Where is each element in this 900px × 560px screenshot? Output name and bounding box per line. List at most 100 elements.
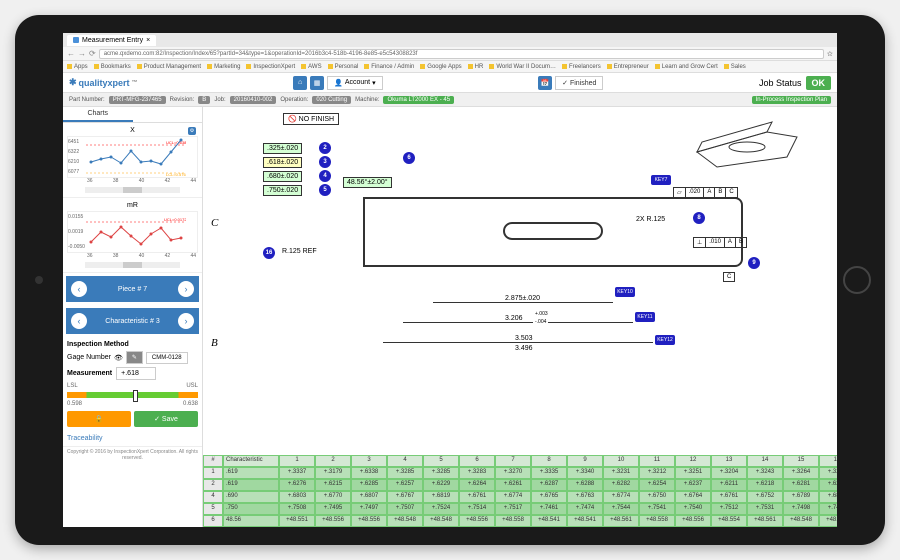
- svg-text:LCL=0.5761: LCL=0.5761: [166, 172, 186, 177]
- angle-callout[interactable]: 48.56°±2.00°: [343, 177, 392, 188]
- svg-text:UCL=0.0172: UCL=0.0172: [164, 217, 186, 222]
- x-chart: UCL=0.6388 LCL=0.5761: [86, 137, 186, 177]
- x-chart-panel: X⚙ 6451632262106077 UCL=0.6388 LCL=0.576…: [63, 123, 202, 198]
- grid-button[interactable]: ▦: [310, 76, 324, 90]
- position-icon: ⊥: [694, 238, 706, 247]
- tab-charts[interactable]: Charts: [63, 107, 133, 122]
- save-button[interactable]: ✓ Save: [134, 411, 198, 427]
- account-menu[interactable]: 👤 Account ▾: [327, 76, 383, 90]
- flatness-icon: ▱: [674, 188, 686, 197]
- bookmark-item[interactable]: Freelancers: [562, 64, 601, 70]
- back-icon[interactable]: ←: [67, 49, 75, 58]
- browser-toolbar: ← → ⟳ acme.qxdemo.com:82/Inspection/Inde…: [63, 47, 837, 61]
- bookmark-item[interactable]: Google Apps: [420, 64, 461, 70]
- star-icon[interactable]: ☆: [827, 50, 833, 58]
- url-bar[interactable]: acme.qxdemo.com:82/Inspection/Index/65?p…: [99, 49, 824, 59]
- lock-button[interactable]: 🔒: [67, 411, 131, 427]
- mr-chart: UCL=0.0172: [86, 212, 186, 252]
- bookmark-item[interactable]: Entrepreneur: [607, 64, 649, 70]
- key-badge[interactable]: KEY7: [651, 175, 671, 185]
- bookmark-item[interactable]: Finance / Admin: [364, 64, 414, 70]
- balloon-4[interactable]: 4: [319, 170, 331, 182]
- characteristic-label: Characteristic # 3: [105, 318, 159, 325]
- traceability-link[interactable]: Traceability: [63, 431, 202, 446]
- bookmark-item[interactable]: Sales: [724, 64, 746, 70]
- key-badge[interactable]: KEY10: [615, 287, 635, 297]
- svg-text:UCL=0.6388: UCL=0.6388: [166, 140, 186, 145]
- bookmark-item[interactable]: Marketing: [207, 64, 240, 70]
- gage-edit-button[interactable]: ✎: [126, 351, 143, 364]
- balloon-6[interactable]: 6: [403, 152, 415, 164]
- bookmark-bar: Apps Bookmarks Product Management Marketing…: [63, 61, 837, 73]
- status-badge: OK: [806, 76, 832, 90]
- bookmark-item[interactable]: HR: [468, 64, 484, 70]
- dim-callout[interactable]: .750±.020: [263, 185, 302, 196]
- balloon-3[interactable]: 3: [319, 156, 331, 168]
- tab-other[interactable]: [133, 107, 203, 122]
- characteristic-nav: ‹ Characteristic # 3 ›: [66, 308, 199, 334]
- feature-control-frame: ▱.020ABC: [673, 187, 738, 198]
- chart-range-slider[interactable]: [85, 262, 180, 268]
- app-logo: ✱ qualityxpert™: [69, 77, 138, 88]
- bookmark-item[interactable]: InspectionXpert: [246, 64, 295, 70]
- app-header: ✱ qualityxpert™ ⌂ ▦ 👤 Account ▾ 📅 ✓ Fini…: [63, 73, 837, 93]
- home-button[interactable]: ⌂: [293, 76, 307, 90]
- bookmark-item[interactable]: Product Management: [137, 64, 201, 70]
- slot-feature: [503, 222, 603, 240]
- job-pill[interactable]: 20160410-002: [230, 96, 277, 104]
- prev-piece-button[interactable]: ‹: [71, 281, 87, 297]
- balloon-16[interactable]: 16: [263, 247, 275, 259]
- chart-range-slider[interactable]: [85, 187, 180, 193]
- job-status: Job Status OK: [759, 76, 831, 90]
- balloon-9[interactable]: 9: [748, 257, 760, 269]
- reload-icon[interactable]: ⟳: [89, 49, 96, 58]
- calendar-button[interactable]: 📅: [538, 76, 552, 90]
- balloon-8[interactable]: 8: [693, 212, 705, 224]
- info-bar: Part Number: PRT-MFG-237465 Revision: B …: [63, 93, 837, 107]
- piece-label: Piece # 7: [118, 286, 147, 293]
- forward-icon[interactable]: →: [78, 49, 86, 58]
- bookmark-item[interactable]: Learn and Grow Cert: [655, 64, 718, 70]
- inspection-panel: Inspection Method Gage Number 👁 ✎ CMM-01…: [63, 337, 202, 431]
- browser-tab-strip: Measurement Entry ×: [63, 33, 837, 47]
- bookmark-item[interactable]: World War II Docum…: [489, 64, 556, 70]
- no-finish-callout: 🚫 NO FINISH: [283, 113, 339, 125]
- balloon-5[interactable]: 5: [319, 184, 331, 196]
- eye-icon[interactable]: 👁: [114, 354, 123, 362]
- dim-callout[interactable]: .325±.020: [263, 143, 302, 154]
- finished-button[interactable]: ✓ Finished: [555, 76, 603, 90]
- bookmark-item[interactable]: Personal: [328, 64, 359, 70]
- piece-nav: ‹ Piece # 7 ›: [66, 276, 199, 302]
- balloon-2[interactable]: 2: [319, 142, 331, 154]
- bookmark-item[interactable]: AWS: [301, 64, 321, 70]
- browser-tab[interactable]: Measurement Entry ×: [67, 35, 156, 46]
- dim-callout[interactable]: .618±.020: [263, 157, 302, 168]
- part-number-pill[interactable]: PRT-MFG-237465: [109, 96, 166, 104]
- copyright: Copyright © 2016 by InspectionXpert Corp…: [63, 446, 202, 463]
- data-grid[interactable]: #Characteristic1234567891011121314151617…: [203, 455, 837, 527]
- key-badge[interactable]: KEY11: [635, 312, 655, 322]
- brand-text: qualityxpert: [79, 78, 130, 88]
- drawing-viewport[interactable]: 🚫 NO FINISH .325±.020 2 .618±.020 3 .680…: [203, 107, 837, 455]
- spec-slider: [67, 392, 198, 398]
- dim-callout[interactable]: .680±.020: [263, 171, 302, 182]
- prev-char-button[interactable]: ‹: [71, 313, 87, 329]
- gear-icon[interactable]: ⚙: [188, 127, 196, 135]
- key-badge[interactable]: KEY12: [655, 335, 675, 345]
- close-tab-icon[interactable]: ×: [146, 37, 150, 44]
- isometric-part: [687, 112, 807, 172]
- measurement-input[interactable]: [116, 367, 156, 380]
- gage-value[interactable]: CMM-0128: [146, 352, 188, 364]
- sidebar: Charts X⚙ 6451632262106077 UCL=0.6388 LC…: [63, 107, 203, 527]
- tab-title: Measurement Entry: [82, 37, 143, 44]
- bookmark-item[interactable]: Bookmarks: [94, 64, 131, 70]
- mr-chart-panel: mR 0.01550.0019-0.0050 UCL=0.0172 363840…: [63, 198, 202, 273]
- bookmark-item[interactable]: Apps: [67, 64, 88, 70]
- next-piece-button[interactable]: ›: [178, 281, 194, 297]
- logo-icon: ✱: [69, 77, 77, 88]
- feature-control-frame: ⊥.010AB: [693, 237, 747, 248]
- plan-dropdown[interactable]: In-Process Inspection Plan: [752, 96, 831, 104]
- tab-favicon: [73, 37, 79, 43]
- datum-c: C: [723, 272, 735, 282]
- next-char-button[interactable]: ›: [178, 313, 194, 329]
